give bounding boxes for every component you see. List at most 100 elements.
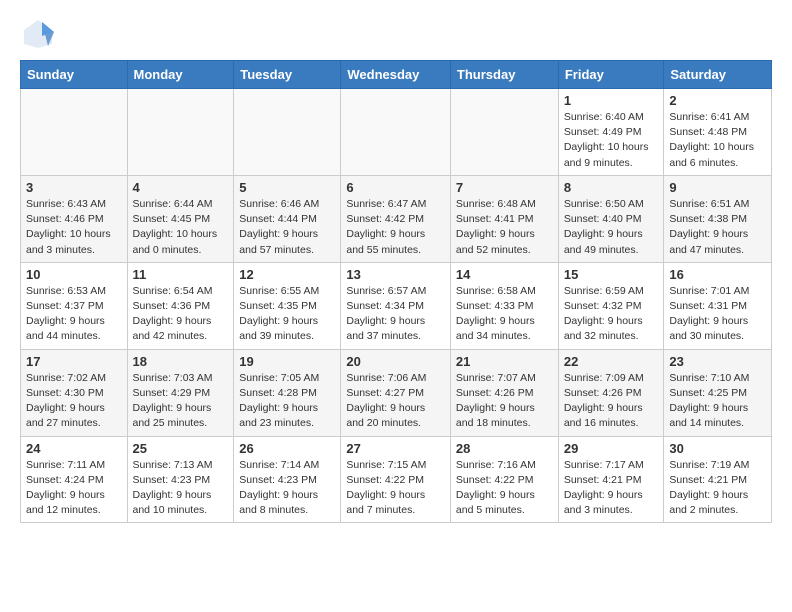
- calendar-cell: 26Sunrise: 7:14 AM Sunset: 4:23 PM Dayli…: [234, 436, 341, 523]
- day-info: Sunrise: 7:01 AM Sunset: 4:31 PM Dayligh…: [669, 284, 766, 345]
- calendar-cell: 17 Sunrise: 7:02 AM Sunset: 4:30 PM Dayli…: [21, 349, 128, 436]
- day-info: Sunrise: 7:19 AM Sunset: 4:21 PM Dayligh…: [669, 458, 766, 519]
- calendar-cell: 16 Sunrise: 7:01 AM Sunset: 4:31 PM Dayli…: [664, 262, 772, 349]
- day-info: Sunrise: 6:57 AM Sunset: 4:34 PM Dayligh…: [346, 284, 445, 345]
- day-number: 15: [564, 267, 659, 282]
- calendar-week-row: 24 Sunrise: 7:11 AM Sunset: 4:24 PM Dayli…: [21, 436, 772, 523]
- calendar-cell: 30 Sunrise: 7:19 AM Sunset: 4:21 PM Dayli…: [664, 436, 772, 523]
- day-info: Sunrise: 6:59 AM Sunset: 4:32 PM Dayligh…: [564, 284, 659, 345]
- calendar-cell: 1 Sunrise: 6:40 AM Sunset: 4:49 PM Daylig…: [558, 89, 664, 176]
- day-number: 17: [26, 354, 122, 369]
- day-info: Sunrise: 6:51 AM Sunset: 4:38 PM Dayligh…: [669, 197, 766, 258]
- calendar-week-row: 17 Sunrise: 7:02 AM Sunset: 4:30 PM Dayli…: [21, 349, 772, 436]
- day-info: Sunrise: 7:07 AM Sunset: 4:26 PM Dayligh…: [456, 371, 553, 432]
- calendar-week-row: 1 Sunrise: 6:40 AM Sunset: 4:49 PM Daylig…: [21, 89, 772, 176]
- calendar-cell: 2 Sunrise: 6:41 AM Sunset: 4:48 PM Daylig…: [664, 89, 772, 176]
- calendar-cell: 9 Sunrise: 6:51 AM Sunset: 4:38 PM Daylig…: [664, 175, 772, 262]
- day-number: 10: [26, 267, 122, 282]
- calendar-cell: 5 Sunrise: 6:46 AM Sunset: 4:44 PM Daylig…: [234, 175, 341, 262]
- calendar-cell: 18 Sunrise: 7:03 AM Sunset: 4:29 PM Dayli…: [127, 349, 234, 436]
- day-number: 1: [564, 93, 659, 108]
- day-number: 23: [669, 354, 766, 369]
- day-number: 16: [669, 267, 766, 282]
- day-number: 22: [564, 354, 659, 369]
- day-number: 9: [669, 180, 766, 195]
- day-number: 8: [564, 180, 659, 195]
- calendar-cell: [127, 89, 234, 176]
- day-info: Sunrise: 6:41 AM Sunset: 4:48 PM Dayligh…: [669, 110, 766, 171]
- day-info: Sunrise: 7:17 AM Sunset: 4:21 PM Dayligh…: [564, 458, 659, 519]
- col-header-monday: Monday: [127, 61, 234, 89]
- day-info: Sunrise: 7:02 AM Sunset: 4:30 PM Dayligh…: [26, 371, 122, 432]
- calendar-cell: 14Sunrise: 6:58 AM Sunset: 4:33 PM Dayli…: [450, 262, 558, 349]
- calendar-cell: 6 Sunrise: 6:47 AM Sunset: 4:42 PM Daylig…: [341, 175, 451, 262]
- day-info: Sunrise: 7:16 AM Sunset: 4:22 PM Dayligh…: [456, 458, 553, 519]
- day-number: 29: [564, 441, 659, 456]
- calendar-cell: 22 Sunrise: 7:09 AM Sunset: 4:26 PM Dayli…: [558, 349, 664, 436]
- page: SundayMondayTuesdayWednesdayThursdayFrid…: [0, 0, 792, 543]
- calendar-cell: 10 Sunrise: 6:53 AM Sunset: 4:37 PM Dayli…: [21, 262, 128, 349]
- day-info: Sunrise: 7:03 AM Sunset: 4:29 PM Dayligh…: [133, 371, 229, 432]
- calendar-week-row: 3 Sunrise: 6:43 AM Sunset: 4:46 PM Daylig…: [21, 175, 772, 262]
- calendar-cell: [21, 89, 128, 176]
- calendar-cell: 21 Sunrise: 7:07 AM Sunset: 4:26 PM Dayli…: [450, 349, 558, 436]
- day-number: 24: [26, 441, 122, 456]
- day-info: Sunrise: 6:40 AM Sunset: 4:49 PM Dayligh…: [564, 110, 659, 171]
- day-info: Sunrise: 6:46 AM Sunset: 4:44 PM Dayligh…: [239, 197, 335, 258]
- calendar-header-row: SundayMondayTuesdayWednesdayThursdayFrid…: [21, 61, 772, 89]
- day-number: 25: [133, 441, 229, 456]
- day-number: 21: [456, 354, 553, 369]
- day-info: Sunrise: 6:54 AM Sunset: 4:36 PM Dayligh…: [133, 284, 229, 345]
- day-info: Sunrise: 6:53 AM Sunset: 4:37 PM Dayligh…: [26, 284, 122, 345]
- day-number: 19: [239, 354, 335, 369]
- day-info: Sunrise: 6:44 AM Sunset: 4:45 PM Dayligh…: [133, 197, 229, 258]
- calendar-cell: 24 Sunrise: 7:11 AM Sunset: 4:24 PM Dayli…: [21, 436, 128, 523]
- day-info: Sunrise: 7:15 AM Sunset: 4:22 PM Dayligh…: [346, 458, 445, 519]
- day-number: 30: [669, 441, 766, 456]
- calendar-cell: [234, 89, 341, 176]
- day-number: 12: [239, 267, 335, 282]
- day-number: 13: [346, 267, 445, 282]
- calendar-cell: [341, 89, 451, 176]
- day-info: Sunrise: 6:58 AM Sunset: 4:33 PM Dayligh…: [456, 284, 553, 345]
- day-number: 20: [346, 354, 445, 369]
- day-number: 11: [133, 267, 229, 282]
- col-header-sunday: Sunday: [21, 61, 128, 89]
- calendar-cell: 29 Sunrise: 7:17 AM Sunset: 4:21 PM Dayli…: [558, 436, 664, 523]
- day-info: Sunrise: 7:09 AM Sunset: 4:26 PM Dayligh…: [564, 371, 659, 432]
- col-header-tuesday: Tuesday: [234, 61, 341, 89]
- day-info: Sunrise: 7:10 AM Sunset: 4:25 PM Dayligh…: [669, 371, 766, 432]
- calendar-cell: 12 Sunrise: 6:55 AM Sunset: 4:35 PM Dayli…: [234, 262, 341, 349]
- calendar-cell: 25 Sunrise: 7:13 AM Sunset: 4:23 PM Dayli…: [127, 436, 234, 523]
- day-info: Sunrise: 7:05 AM Sunset: 4:28 PM Dayligh…: [239, 371, 335, 432]
- day-number: 18: [133, 354, 229, 369]
- calendar-cell: 8Sunrise: 6:50 AM Sunset: 4:40 PM Daylig…: [558, 175, 664, 262]
- day-info: Sunrise: 7:06 AM Sunset: 4:27 PM Dayligh…: [346, 371, 445, 432]
- day-number: 4: [133, 180, 229, 195]
- day-number: 28: [456, 441, 553, 456]
- day-number: 27: [346, 441, 445, 456]
- col-header-friday: Friday: [558, 61, 664, 89]
- day-info: Sunrise: 7:11 AM Sunset: 4:24 PM Dayligh…: [26, 458, 122, 519]
- day-info: Sunrise: 6:55 AM Sunset: 4:35 PM Dayligh…: [239, 284, 335, 345]
- calendar-cell: 28 Sunrise: 7:16 AM Sunset: 4:22 PM Dayli…: [450, 436, 558, 523]
- logo: [20, 16, 60, 52]
- day-info: Sunrise: 7:13 AM Sunset: 4:23 PM Dayligh…: [133, 458, 229, 519]
- calendar-cell: 19 Sunrise: 7:05 AM Sunset: 4:28 PM Dayli…: [234, 349, 341, 436]
- calendar-week-row: 10 Sunrise: 6:53 AM Sunset: 4:37 PM Dayli…: [21, 262, 772, 349]
- calendar-cell: 13 Sunrise: 6:57 AM Sunset: 4:34 PM Dayli…: [341, 262, 451, 349]
- col-header-thursday: Thursday: [450, 61, 558, 89]
- day-info: Sunrise: 6:47 AM Sunset: 4:42 PM Dayligh…: [346, 197, 445, 258]
- calendar-cell: 7Sunrise: 6:48 AM Sunset: 4:41 PM Daylig…: [450, 175, 558, 262]
- day-number: 6: [346, 180, 445, 195]
- day-number: 2: [669, 93, 766, 108]
- col-header-wednesday: Wednesday: [341, 61, 451, 89]
- calendar-cell: 23 Sunrise: 7:10 AM Sunset: 4:25 PM Dayli…: [664, 349, 772, 436]
- day-info: Sunrise: 6:43 AM Sunset: 4:46 PM Dayligh…: [26, 197, 122, 258]
- day-number: 5: [239, 180, 335, 195]
- logo-icon: [20, 16, 56, 52]
- header: [20, 16, 772, 52]
- day-number: 3: [26, 180, 122, 195]
- calendar-cell: 4 Sunrise: 6:44 AM Sunset: 4:45 PM Daylig…: [127, 175, 234, 262]
- col-header-saturday: Saturday: [664, 61, 772, 89]
